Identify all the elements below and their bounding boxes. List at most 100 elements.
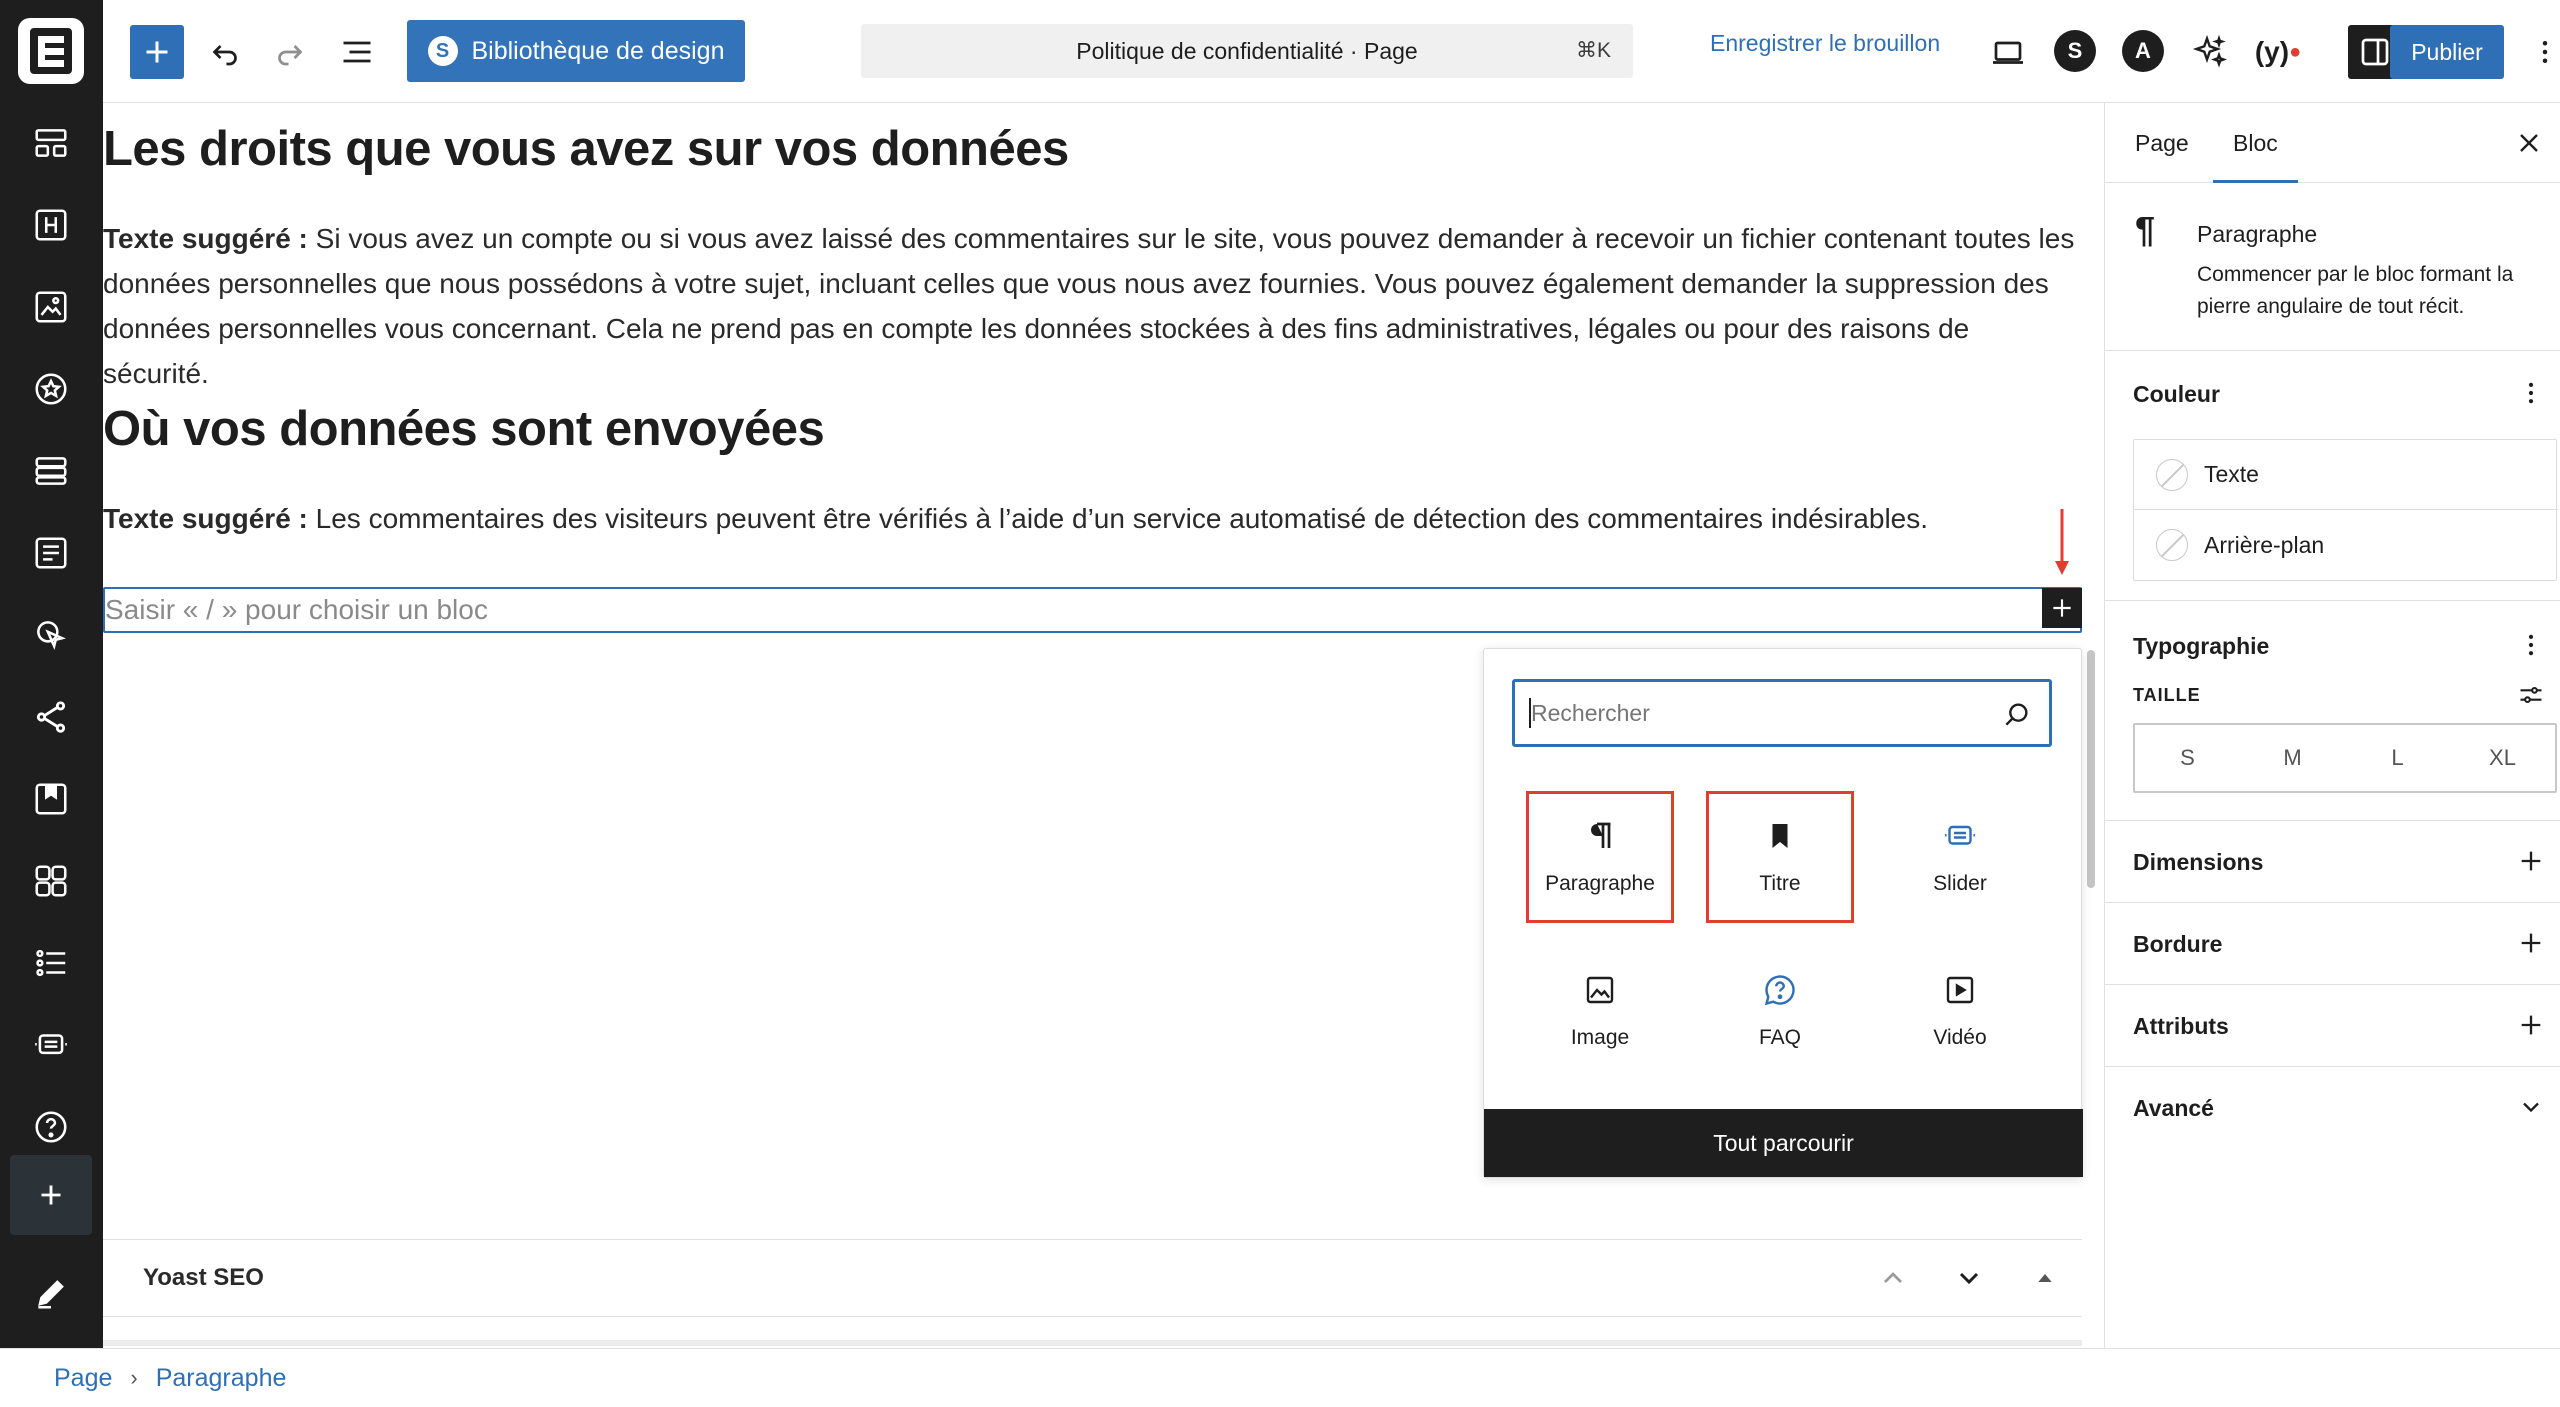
- block-slider[interactable]: Slider: [1886, 791, 2034, 923]
- advanced-section[interactable]: Avancé: [2105, 1067, 2560, 1149]
- block-label: Slider: [1933, 872, 1987, 895]
- document-overview-icon[interactable]: [335, 30, 379, 74]
- heading-rights[interactable]: Les droits que vous avez sur vos données: [103, 121, 1069, 177]
- color-section: Couleur Texte Arrière-plan: [2105, 351, 2560, 601]
- text-cursor: [1529, 698, 1531, 728]
- block-faq[interactable]: FAQ: [1706, 945, 1854, 1077]
- cursor-click-icon[interactable]: [26, 610, 76, 660]
- search-icon: [2005, 703, 2028, 726]
- typography-section: Typographie TAILLE S M L XL: [2105, 601, 2560, 821]
- tab-block[interactable]: Bloc: [2213, 103, 2298, 183]
- star-icon[interactable]: [26, 364, 76, 414]
- close-icon[interactable]: [2513, 127, 2545, 159]
- size-option-s[interactable]: S: [2135, 745, 2240, 771]
- pencil-icon[interactable]: [26, 1268, 76, 1318]
- dimensions-section[interactable]: Dimensions: [2105, 821, 2560, 903]
- video-icon: [1946, 976, 1974, 1004]
- block-image[interactable]: Image: [1526, 945, 1674, 1077]
- slider-icon[interactable]: [26, 1020, 76, 1070]
- chevron-right-icon: ›: [130, 1365, 138, 1390]
- block-paragraph[interactable]: Paragraphe: [1526, 791, 1674, 923]
- more-options-icon[interactable]: [2530, 30, 2560, 74]
- spectra-icon[interactable]: S: [2054, 30, 2096, 72]
- red-arrow-annotation: [2055, 509, 2069, 575]
- plus-icon[interactable]: [2515, 927, 2547, 959]
- save-draft-button[interactable]: Enregistrer le brouillon: [1710, 30, 1940, 57]
- paragraph-data-sent-text: Les commentaires des visiteurs peuvent ê…: [307, 503, 1929, 534]
- faq-icon[interactable]: [26, 1102, 76, 1152]
- grid-icon[interactable]: [26, 856, 76, 906]
- collapse-triangle-icon[interactable]: [2027, 1260, 2063, 1296]
- plus-icon[interactable]: [2515, 845, 2547, 877]
- chevron-down-icon[interactable]: [1951, 1260, 1987, 1296]
- heading-data-sent[interactable]: Où vos données sont envoyées: [103, 401, 825, 457]
- design-library-button[interactable]: S Bibliothèque de design: [407, 20, 745, 82]
- publish-button[interactable]: Publier: [2390, 25, 2504, 79]
- color-option-label: Arrière-plan: [2204, 531, 2325, 558]
- chevron-down-icon[interactable]: [2515, 1091, 2547, 1123]
- block-search-input[interactable]: Rechercher: [1512, 679, 2052, 747]
- yoast-icon[interactable]: (y) ●: [2253, 28, 2303, 76]
- tab-page[interactable]: Page: [2135, 103, 2189, 183]
- paragraph-icon: [1591, 822, 1611, 848]
- font-size-picker: S M L XL: [2133, 723, 2557, 793]
- heading-block-icon[interactable]: [26, 200, 76, 250]
- color-options-icon[interactable]: [2515, 377, 2547, 409]
- add-block-button[interactable]: [130, 25, 184, 79]
- size-option-l[interactable]: L: [2345, 745, 2450, 771]
- command-palette-bar[interactable]: Politique de confidentialité · Page ⌘K: [861, 24, 1633, 78]
- faq-icon: [1764, 975, 1795, 1006]
- text-block-icon[interactable]: [26, 528, 76, 578]
- chevron-up-icon[interactable]: [1875, 1260, 1911, 1296]
- breadcrumb-page[interactable]: Page: [54, 1364, 112, 1393]
- block-inserter-popover: Rechercher Paragraphe Titre Slider Image…: [1483, 648, 2083, 1178]
- command-shortcut: ⌘K: [1575, 39, 1611, 62]
- share-icon[interactable]: [26, 692, 76, 742]
- add-block-icon[interactable]: [10, 1155, 92, 1235]
- block-card: ¶ Paragraphe Commencer par le bloc forma…: [2105, 183, 2560, 351]
- color-text-option[interactable]: Texte: [2134, 440, 2558, 510]
- inline-inserter-button[interactable]: [2042, 588, 2082, 628]
- custom-size-icon[interactable]: [2515, 679, 2547, 711]
- undo-icon[interactable]: [203, 30, 247, 74]
- elementor-logo[interactable]: [18, 18, 84, 84]
- empty-paragraph-block[interactable]: Saisir « / » pour choisir un bloc: [103, 587, 2082, 633]
- settings-sidebar: Page Bloc ¶ Paragraphe Commencer par le …: [2104, 103, 2560, 1348]
- preview-device-icon[interactable]: [1986, 30, 2030, 74]
- breadcrumb-paragraph[interactable]: Paragraphe: [156, 1364, 287, 1393]
- bookmark-square-icon[interactable]: [26, 774, 76, 824]
- block-video[interactable]: Vidéo: [1886, 945, 2034, 1077]
- paragraph-rights[interactable]: Texte suggéré : Si vous avez un compte o…: [103, 216, 2078, 396]
- block-card-title: Paragraphe: [2197, 221, 2318, 247]
- browse-all-button[interactable]: Tout parcourir: [1484, 1109, 2083, 1177]
- search-placeholder: Rechercher: [1531, 700, 1650, 726]
- color-background-option[interactable]: Arrière-plan: [2134, 510, 2558, 580]
- container-icon[interactable]: [26, 446, 76, 496]
- size-option-m[interactable]: M: [2240, 745, 2345, 771]
- document-title: Politique de confidentialité · Page: [1076, 37, 1418, 64]
- ai-writer-icon[interactable]: A: [2122, 30, 2164, 72]
- color-swatch-icon: [2156, 458, 2188, 491]
- yoast-seo-panel[interactable]: Yoast SEO: [103, 1239, 2082, 1317]
- border-section[interactable]: Bordure: [2105, 903, 2560, 985]
- canvas-scrollbar[interactable]: [2087, 650, 2095, 888]
- suggested-text-label: Texte suggéré :: [103, 223, 308, 254]
- color-option-label: Texte: [2204, 461, 2259, 487]
- horizontal-scrollbar[interactable]: [103, 1340, 2082, 1346]
- redo-icon[interactable]: [268, 30, 312, 74]
- paragraph-data-sent[interactable]: Texte suggéré : Les commentaires des vis…: [103, 496, 2078, 541]
- sparkles-icon[interactable]: [2186, 28, 2234, 76]
- layout-icon[interactable]: [26, 118, 76, 168]
- block-label: FAQ: [1758, 1026, 1801, 1049]
- list-icon[interactable]: [26, 938, 76, 988]
- yoast-dot-glyph: ●: [2289, 40, 2302, 63]
- block-heading[interactable]: Titre: [1706, 791, 1854, 923]
- border-title: Bordure: [2133, 931, 2223, 957]
- plus-icon[interactable]: [2515, 1009, 2547, 1041]
- attributes-section[interactable]: Attributs: [2105, 985, 2560, 1067]
- size-option-xl[interactable]: XL: [2450, 745, 2555, 771]
- block-label: Paragraphe: [1545, 872, 1655, 895]
- image-block-icon[interactable]: [26, 282, 76, 332]
- yoast-panel-title: Yoast SEO: [143, 1264, 264, 1291]
- typography-options-icon[interactable]: [2515, 629, 2547, 661]
